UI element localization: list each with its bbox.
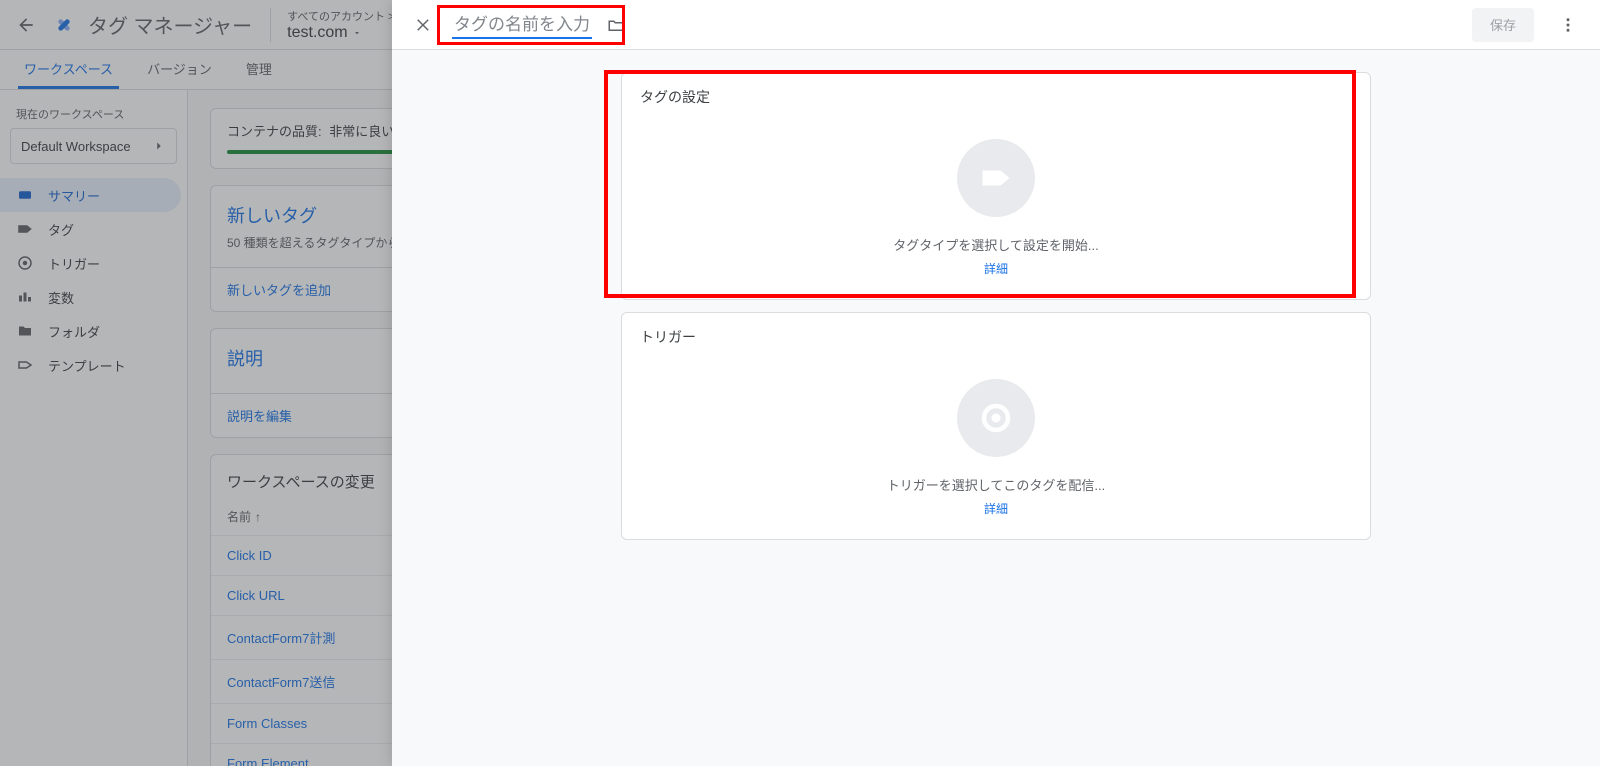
trigger-empty-text: トリガーを選択してこのタグを配信... xyxy=(887,475,1105,494)
panel-body: タグの設定 タグタイプを選択して設定を開始... 詳細 トリガー トリガーを選択… xyxy=(392,50,1600,766)
tag-config-title: タグの設定 xyxy=(622,73,1370,111)
trigger-title: トリガー xyxy=(622,313,1370,351)
tag-name-input[interactable]: タグの名前を入力 xyxy=(452,10,592,39)
save-button[interactable]: 保存 xyxy=(1472,8,1534,42)
tag-config-empty-text: タグタイプを選択して設定を開始... xyxy=(893,235,1098,254)
trigger-card[interactable]: トリガー トリガーを選択してこのタグを配信... 詳細 xyxy=(621,312,1371,540)
panel-header: タグの名前を入力 保存 xyxy=(392,0,1600,50)
tag-config-card[interactable]: タグの設定 タグタイプを選択して設定を開始... 詳細 xyxy=(621,72,1371,300)
tag-config-empty: タグタイプを選択して設定を開始... 詳細 xyxy=(622,111,1370,299)
more-options-button[interactable] xyxy=(1550,7,1586,43)
tag-editor-panel: タグの名前を入力 保存 タグの設定 タグタイプを選択して設定を開始... 詳細 … xyxy=(392,0,1600,766)
trigger-details-link[interactable]: 詳細 xyxy=(984,500,1008,517)
trigger-empty: トリガーを選択してこのタグを配信... 詳細 xyxy=(622,351,1370,539)
trigger-placeholder-icon xyxy=(957,379,1035,457)
close-button[interactable] xyxy=(406,7,442,43)
tag-config-details-link[interactable]: 詳細 xyxy=(984,260,1008,277)
move-to-folder-button[interactable] xyxy=(602,11,630,39)
folder-icon xyxy=(607,16,625,34)
more-vert-icon xyxy=(1559,16,1577,34)
tag-type-placeholder-icon xyxy=(957,139,1035,217)
close-icon xyxy=(415,16,433,34)
